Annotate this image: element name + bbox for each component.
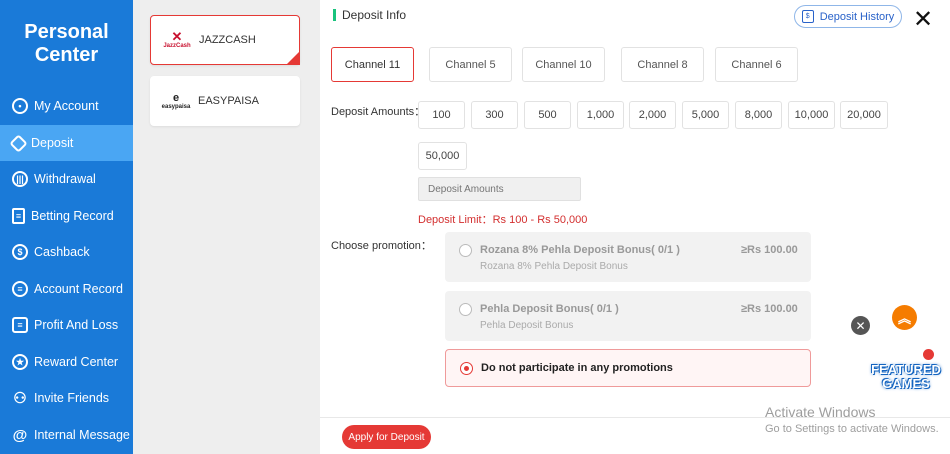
sidebar-item-cashback[interactable]: $ Cashback — [0, 234, 133, 270]
sidebar-title-line1: Personal — [24, 21, 109, 43]
jazzcash-logo-text: JazzCash — [163, 43, 191, 49]
featured-line2: GAMES — [882, 376, 930, 391]
sidebar-title-line2: Center — [34, 44, 99, 66]
sidebar-item-reward-center[interactable]: ★ Reward Center — [0, 344, 133, 380]
amount-button[interactable]: 10,000 — [788, 101, 835, 129]
payment-method-easypaisa[interactable]: e easypaisa EASYPAISA — [150, 76, 300, 126]
promotion-option-pehla[interactable]: Pehla Deposit Bonus( 0/1 ) Pehla Deposit… — [445, 291, 811, 341]
promotion-option-rozana[interactable]: Rozana 8% Pehla Deposit Bonus( 0/1 ) Roz… — [445, 232, 811, 282]
sidebar-item-betting-record[interactable]: ≡ Betting Record — [0, 198, 133, 234]
featured-line1: FEATURED — [871, 362, 941, 377]
clipboard-icon: ≡ — [12, 208, 25, 224]
scroll-up-icon[interactable]: ︽ — [892, 305, 917, 330]
deposit-history-label: Deposit History — [819, 10, 895, 23]
at-sign-icon: @ — [12, 426, 28, 444]
sidebar-title: Personal Center — [0, 21, 133, 91]
section-header: Deposit Info — [333, 8, 406, 22]
amount-button[interactable]: 20,000 — [840, 101, 888, 129]
promotion-title: Do not participate in any promotions — [481, 362, 673, 374]
sidebar-item-my-account[interactable]: • My Account — [0, 88, 133, 124]
jazzcash-logo: ✕ JazzCash — [163, 29, 191, 49]
payment-method-label: EASYPAISA — [198, 95, 259, 107]
close-button[interactable]: ✕ — [910, 7, 936, 33]
promotion-subtitle: Pehla Deposit Bonus — [480, 320, 574, 331]
apply-for-deposit-button[interactable]: Apply for Deposit — [342, 425, 431, 449]
sidebar-item-label: Reward Center — [34, 355, 119, 369]
easypaisa-logo: e easypaisa — [161, 92, 191, 110]
deposit-info-panel: Deposit Info $ Deposit History ✕ Channel… — [320, 0, 950, 454]
radio-checked-icon — [460, 362, 473, 375]
sidebar-item-label: Betting Record — [31, 209, 114, 223]
sidebar-item-label: Deposit — [31, 136, 74, 150]
sidebar-item-invite-friends[interactable]: ⚇ Invite Friends — [0, 380, 133, 416]
amount-button[interactable]: 1,000 — [577, 101, 624, 129]
page-title: Deposit Info — [342, 8, 407, 22]
promotion-option-none[interactable]: Do not participate in any promotions — [445, 349, 811, 387]
deposit-limit-text: Deposit Limit：Rs 100 - Rs 50,000 — [418, 214, 588, 226]
amount-button[interactable]: 50,000 — [418, 142, 467, 170]
amount-button[interactable]: 2,000 — [629, 101, 676, 129]
channel-8-button[interactable]: Channel 8 — [621, 47, 704, 82]
promotion-min-amount: ≥Rs 100.00 — [741, 303, 798, 315]
radio-unchecked-icon — [459, 244, 472, 257]
deposit-amount-input[interactable] — [418, 177, 581, 201]
channel-6-button[interactable]: Channel 6 — [715, 47, 798, 82]
profit-icon: ≡ — [12, 317, 28, 333]
channel-10-button[interactable]: Channel 10 — [522, 47, 605, 82]
easypaisa-logo-text: easypaisa — [161, 104, 191, 110]
amount-button[interactable]: 5,000 — [682, 101, 729, 129]
sidebar: Personal Center • My Account Deposit |||… — [0, 0, 133, 454]
sidebar-item-label: Withdrawal — [34, 172, 96, 186]
payment-method-label: JAZZCASH — [199, 34, 256, 46]
amount-button[interactable]: 8,000 — [735, 101, 782, 129]
sidebar-item-account-record[interactable]: ≡ Account Record — [0, 271, 133, 307]
radio-unchecked-icon — [459, 303, 472, 316]
history-document-icon: $ — [801, 10, 814, 23]
channel-11-button[interactable]: Channel 11 — [331, 47, 414, 82]
amount-button[interactable]: 100 — [418, 101, 465, 129]
sidebar-item-deposit[interactable]: Deposit — [0, 125, 133, 161]
sidebar-item-label: Internal Message — [34, 428, 130, 442]
sidebar-item-label: My Account — [34, 99, 99, 113]
promotion-min-amount: ≥Rs 100.00 — [741, 244, 798, 256]
payment-method-jazzcash[interactable]: ✕ JazzCash JAZZCASH — [150, 15, 300, 65]
coins-icon: $ — [12, 244, 28, 260]
featured-games-badge[interactable]: FEATURED GAMES — [871, 347, 941, 407]
windows-activation-watermark: Activate Windows Go to Settings to activ… — [765, 404, 939, 435]
sidebar-item-withdrawal[interactable]: ||| Withdrawal — [0, 161, 133, 197]
channel-5-button[interactable]: Channel 5 — [429, 47, 512, 82]
close-featured-icon[interactable]: ✕ — [851, 316, 870, 335]
amount-button[interactable]: 500 — [524, 101, 571, 129]
person-circle-icon: • — [12, 98, 28, 114]
deposit-tag-icon — [9, 133, 28, 153]
bar-chart-icon: ||| — [12, 171, 28, 187]
watermark-line2: Go to Settings to activate Windows. — [765, 423, 939, 435]
promotion-subtitle: Rozana 8% Pehla Deposit Bonus — [480, 261, 628, 272]
reward-icon: ★ — [12, 354, 28, 370]
sidebar-item-label: Invite Friends — [34, 391, 110, 405]
payment-method-column: ✕ JazzCash JAZZCASH e easypaisa EASYPAIS… — [133, 0, 320, 454]
sidebar-item-label: Cashback — [34, 245, 90, 259]
deposit-history-button[interactable]: $ Deposit History — [794, 5, 902, 28]
choose-promotion-label: Choose promotion： — [331, 240, 432, 252]
section-marker — [333, 9, 336, 21]
deposit-amounts-label: Deposit Amounts： — [331, 106, 426, 118]
amount-button[interactable]: 300 — [471, 101, 518, 129]
promotion-title: Rozana 8% Pehla Deposit Bonus( 0/1 ) — [480, 244, 680, 256]
sidebar-item-label: Profit And Loss — [34, 318, 119, 332]
promotion-title: Pehla Deposit Bonus( 0/1 ) — [480, 303, 619, 315]
selected-corner-check-icon — [286, 51, 300, 65]
notification-dot — [923, 349, 934, 360]
watermark-line1: Activate Windows — [765, 404, 876, 420]
sidebar-item-profit-and-loss[interactable]: ≡ Profit And Loss — [0, 307, 133, 343]
account-record-icon: ≡ — [12, 281, 28, 297]
sidebar-item-internal-message[interactable]: @ Internal Message — [0, 417, 133, 453]
invite-friends-icon: ⚇ — [13, 390, 27, 407]
sidebar-item-label: Account Record — [34, 282, 123, 296]
